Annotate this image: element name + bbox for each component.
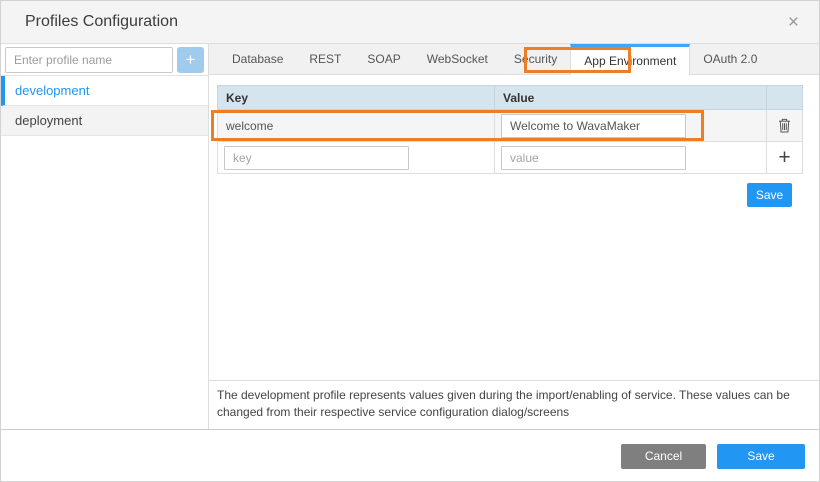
new-value-input[interactable] — [501, 146, 686, 170]
dialog-titlebar: Profiles Configuration × — [1, 1, 819, 44]
add-row-button[interactable]: + — [774, 148, 794, 168]
profiles-sidebar: + development deployment — [1, 44, 209, 429]
main-panel: Database REST SOAP WebSocket Security Ap… — [209, 44, 819, 429]
row-key-label: welcome — [218, 119, 273, 133]
row-value-input[interactable] — [501, 114, 686, 138]
key-value-table: Key Value welcome — [217, 85, 803, 174]
tab-soap[interactable]: SOAP — [354, 44, 413, 74]
profile-help-text: The development profile represents value… — [209, 380, 819, 429]
plus-icon: + — [778, 146, 790, 169]
save-button[interactable]: Save — [717, 444, 805, 469]
tab-oauth-2-0[interactable]: OAuth 2.0 — [690, 44, 770, 74]
tab-rest[interactable]: REST — [296, 44, 354, 74]
cancel-button[interactable]: Cancel — [621, 444, 706, 469]
column-header-key: Key — [218, 86, 495, 110]
close-icon[interactable]: × — [782, 11, 805, 34]
column-header-actions — [767, 86, 803, 110]
dialog-title: Profiles Configuration — [25, 13, 178, 31]
delete-row-button[interactable] — [774, 116, 795, 135]
tabbar: Database REST SOAP WebSocket Security Ap… — [209, 44, 819, 75]
table-header-row: Key Value — [218, 86, 803, 110]
dialog-body: + development deployment Database REST S… — [1, 44, 819, 429]
profiles-configuration-dialog: Profiles Configuration × + development d… — [0, 0, 820, 482]
column-header-value: Value — [495, 86, 767, 110]
tab-database[interactable]: Database — [219, 44, 296, 74]
tab-app-environment[interactable]: App Environment — [570, 44, 690, 75]
profile-name-input[interactable] — [5, 47, 173, 73]
sidebar-item-deployment[interactable]: deployment — [1, 106, 208, 136]
tab-websocket[interactable]: WebSocket — [414, 44, 501, 74]
trash-icon — [778, 121, 791, 136]
profile-input-row: + — [1, 44, 208, 76]
dialog-footer: Cancel Save — [1, 429, 819, 482]
table-row: welcome — [218, 110, 803, 142]
tab-security[interactable]: Security — [501, 44, 570, 74]
add-profile-button[interactable]: + — [177, 47, 204, 73]
table-save-button[interactable]: Save — [747, 183, 792, 207]
table-new-row: + — [218, 142, 803, 174]
inner-save-row: Save — [217, 183, 803, 207]
sidebar-item-development[interactable]: development — [1, 76, 208, 106]
new-key-input[interactable] — [224, 146, 409, 170]
tab-content: Key Value welcome — [209, 75, 819, 380]
